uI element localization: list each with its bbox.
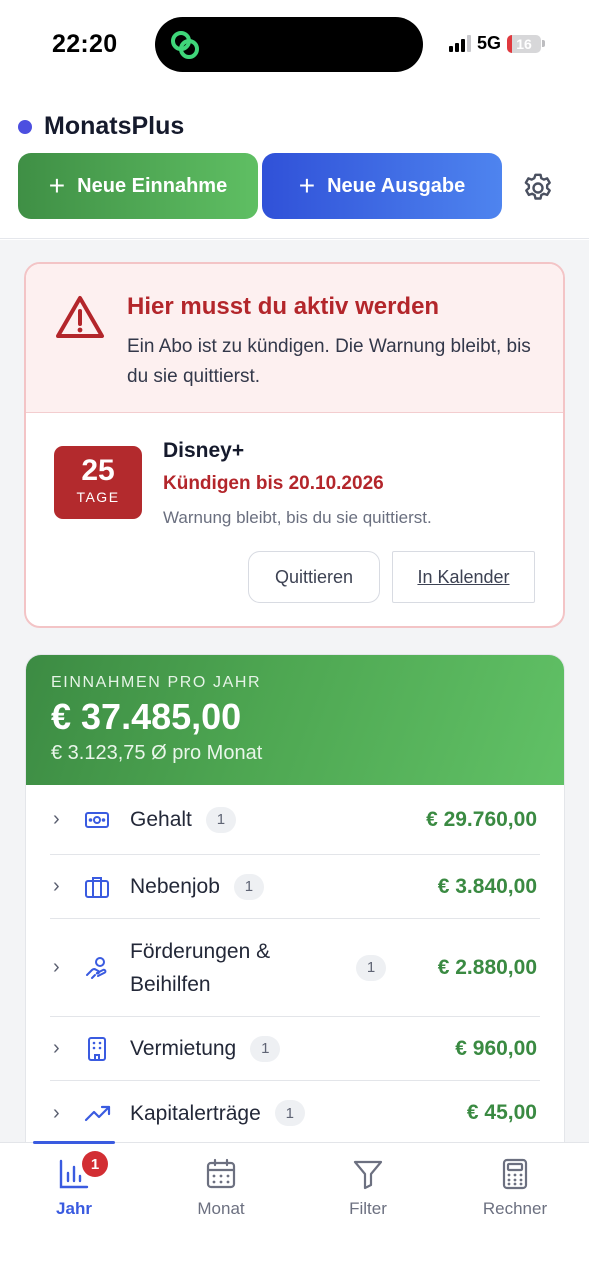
- category-row-kapitalertraege[interactable]: › Kapitalerträge 1 € 45,00: [50, 1081, 540, 1142]
- category-count: 1: [205, 806, 236, 833]
- plus-icon: +: [48, 170, 66, 201]
- calendar-icon: [206, 1158, 236, 1189]
- category-amount: € 29.760,00: [426, 807, 537, 831]
- category-name: Nebenjob: [130, 875, 220, 898]
- chevron-right-icon: ›: [53, 875, 60, 897]
- cancel-deadline: Kündigen bis 20.10.2026: [163, 473, 384, 494]
- category-amount: € 2.880,00: [437, 955, 537, 979]
- notification-badge: 1: [82, 1151, 108, 1177]
- alert-message: Ein Abo ist zu kündigen. Die Warnung ble…: [127, 336, 531, 387]
- dynamic-island: [155, 17, 423, 72]
- status-time: 22:20: [52, 30, 118, 58]
- income-average: € 3.123,75 Ø pro Monat: [51, 742, 263, 764]
- category-amount: € 960,00: [455, 1036, 537, 1060]
- hand-coins-icon: [84, 955, 120, 981]
- category-row-foerderungen[interactable]: › Förderungen & Beihilfen 1 € 2.880,00: [50, 919, 540, 1017]
- content-area[interactable]: Hier musst du aktiv werden Ein Abo ist z…: [0, 240, 589, 1142]
- new-income-label: Neue Einnahme: [77, 174, 228, 197]
- app-header: MonatsPlus + Neue Einnahme + Neue Ausgab…: [0, 90, 589, 239]
- nav-item-monat[interactable]: Monat: [161, 1157, 281, 1219]
- subscription-name: Disney+: [163, 439, 245, 462]
- link-icon: [171, 31, 199, 59]
- battery-tip: [542, 40, 545, 47]
- brand-dot: [18, 119, 32, 134]
- income-total: € 37.485,00: [51, 696, 242, 737]
- category-row-vermietung[interactable]: › Vermietung 1 € 960,00: [50, 1017, 540, 1081]
- days-count: 25: [81, 454, 115, 487]
- nav-label: Jahr: [56, 1199, 92, 1218]
- alert-header: Hier musst du aktiv werden Ein Abo ist z…: [26, 264, 563, 413]
- network-label: 5G: [476, 33, 501, 53]
- filter-icon: [353, 1160, 383, 1190]
- app-name: MonatsPlus: [44, 112, 185, 140]
- days-badge: 25 TAGE: [54, 446, 142, 519]
- nav-label: Filter: [349, 1199, 387, 1218]
- chevron-right-icon: ›: [53, 956, 60, 978]
- category-name: Kapitalerträge: [130, 1101, 261, 1125]
- nav-item-rechner[interactable]: Rechner: [455, 1157, 575, 1219]
- income-category-list: › Gehalt 1 € 29.760,00 › Nebenjob 1 € 3.…: [26, 785, 564, 1142]
- category-amount: € 3.840,00: [437, 874, 537, 898]
- gear-icon[interactable]: [520, 170, 556, 206]
- status-indicators: 5G 16: [448, 33, 545, 54]
- building-icon: [84, 1036, 120, 1062]
- banknote-icon: [84, 807, 120, 833]
- signal-icon: [448, 35, 471, 52]
- category-amount: € 45,00: [466, 1101, 537, 1124]
- plus-icon: +: [298, 170, 316, 201]
- nav-item-jahr[interactable]: 1 Jahr: [14, 1151, 134, 1219]
- alert-card: Hier musst du aktiv werden Ein Abo ist z…: [24, 262, 565, 628]
- category-name: Förderungen & Beihilfen: [130, 939, 271, 996]
- warning-note: Warnung bleibt, bis du sie quittierst.: [163, 508, 432, 527]
- calculator-icon: [502, 1158, 528, 1190]
- nav-label: Rechner: [482, 1199, 548, 1218]
- new-expense-label: Neue Ausgabe: [327, 174, 466, 197]
- acknowledge-button[interactable]: Quittieren: [248, 551, 380, 603]
- income-label: EINNAHMEN PRO JAHR: [51, 674, 262, 691]
- category-count: 1: [233, 873, 264, 900]
- category-name: Gehalt: [130, 808, 192, 831]
- category-name: Vermietung: [130, 1037, 237, 1060]
- briefcase-icon: [84, 874, 120, 900]
- active-tab-indicator: [33, 1141, 115, 1144]
- category-row-gehalt[interactable]: › Gehalt 1 € 29.760,00: [50, 785, 540, 855]
- alert-title: Hier musst du aktiv werden: [127, 293, 440, 320]
- chevron-right-icon: ›: [53, 1101, 60, 1124]
- nav-item-filter[interactable]: Filter: [308, 1157, 428, 1219]
- brand: MonatsPlus: [18, 112, 184, 141]
- new-income-button[interactable]: + Neue Einnahme: [18, 153, 258, 219]
- category-row-nebenjob[interactable]: › Nebenjob 1 € 3.840,00: [50, 855, 540, 919]
- income-summary: EINNAHMEN PRO JAHR € 37.485,00 € 3.123,7…: [26, 655, 564, 785]
- add-to-calendar-button[interactable]: In Kalender: [392, 551, 535, 603]
- alert-item: 25 TAGE Disney+ Kündigen bis 20.10.2026 …: [26, 413, 563, 626]
- chevron-right-icon: ›: [53, 1037, 60, 1059]
- trending-up-icon: [84, 1100, 120, 1126]
- battery-icon: 16: [507, 34, 541, 53]
- category-count: 1: [250, 1035, 281, 1062]
- status-bar: 22:20 5G 16: [0, 0, 589, 90]
- bottom-nav: 1 Jahr Monat Filter Rechner: [0, 1141, 589, 1278]
- days-label: TAGE: [76, 489, 120, 505]
- category-count: 1: [274, 1100, 305, 1126]
- battery-label: 16: [516, 35, 532, 52]
- warning-icon: [56, 296, 104, 338]
- nav-label: Monat: [197, 1199, 245, 1218]
- category-count: 1: [356, 954, 386, 981]
- income-card: EINNAHMEN PRO JAHR € 37.485,00 € 3.123,7…: [25, 654, 565, 1142]
- chevron-right-icon: ›: [53, 808, 60, 830]
- new-expense-button[interactable]: + Neue Ausgabe: [262, 153, 502, 219]
